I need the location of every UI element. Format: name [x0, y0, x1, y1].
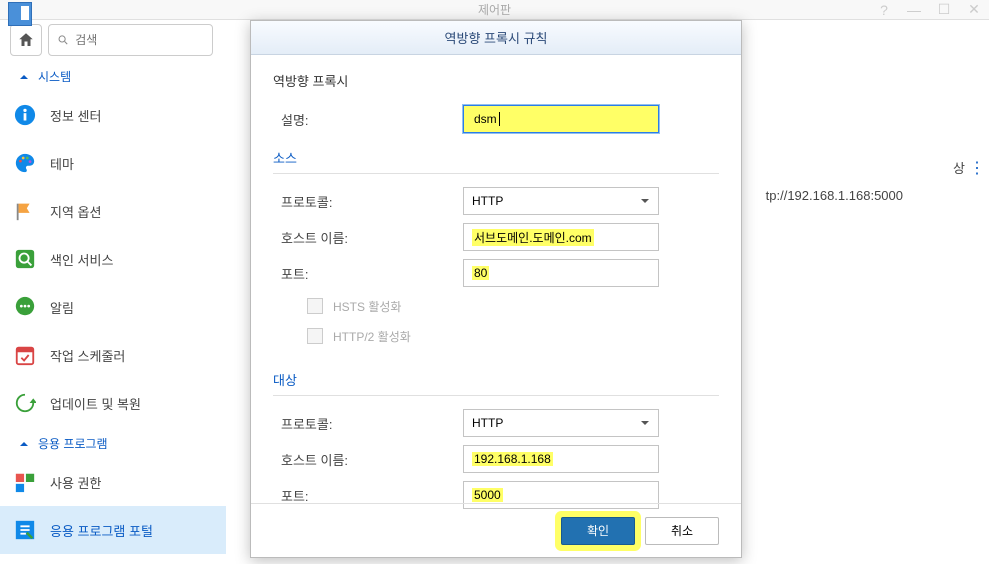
src-port-input[interactable]: 80 — [463, 259, 659, 287]
chevron-down-icon — [640, 196, 650, 206]
cancel-button[interactable]: 취소 — [645, 517, 719, 545]
modal-title: 역방향 프록시 규칙 — [251, 21, 741, 55]
hsts-label: HSTS 활성화 — [333, 298, 401, 315]
http2-checkbox[interactable] — [307, 328, 323, 344]
sidebar-item-label: 색인 서비스 — [50, 250, 113, 269]
hsts-checkbox[interactable] — [307, 298, 323, 314]
group-title: 역방향 프록시 — [273, 71, 719, 90]
refresh-icon — [14, 392, 36, 414]
dest-host-value: 192.168.1.168 — [472, 452, 553, 466]
sidebar-item-perms[interactable]: 사용 권한 — [0, 458, 226, 506]
ok-button[interactable]: 확인 — [561, 517, 635, 545]
content-row-value: tp://192.168.1.168:5000 — [766, 188, 903, 203]
chevron-down-icon — [640, 418, 650, 428]
sidebar-item-label: 테마 — [50, 154, 74, 173]
row-http2: HTTP/2 활성화 — [273, 324, 719, 348]
content-col-target: 상 — [953, 158, 965, 177]
src-port-value: 80 — [472, 266, 489, 280]
protocol-label: 프로토콜: — [273, 414, 463, 433]
sidebar-item-update[interactable]: 업데이트 및 복원 — [0, 379, 226, 427]
dest-section-title: 대상 — [273, 366, 719, 396]
port-label: 포트: — [273, 264, 463, 283]
sidebar-item-label: 응용 프로그램 포털 — [50, 521, 153, 540]
home-icon — [17, 31, 35, 49]
window-controls: ? — ☐ ✕ — [869, 0, 989, 20]
protocol-label: 프로토콜: — [273, 192, 463, 211]
dest-port-value: 5000 — [472, 488, 503, 502]
row-dest-protocol: 프로토콜: HTTP — [273, 408, 719, 438]
row-src-protocol: 프로토콜: HTTP — [273, 186, 719, 216]
desc-input[interactable]: dsm — [463, 105, 659, 133]
magnify-icon — [14, 248, 36, 270]
calendar-icon — [14, 344, 36, 366]
perms-icon — [14, 471, 36, 493]
minimize-icon[interactable]: — — [899, 0, 929, 20]
info-icon — [14, 104, 36, 126]
dest-protocol-value: HTTP — [472, 416, 503, 430]
palette-icon — [14, 152, 36, 174]
reverse-proxy-modal: 역방향 프록시 규칙 역방향 프록시 설명: dsm 소스 프로토콜: HTTP… — [250, 20, 742, 558]
sidebar-item-label: 업데이트 및 복원 — [50, 394, 141, 413]
maximize-icon[interactable]: ☐ — [929, 0, 959, 20]
src-protocol-select[interactable]: HTTP — [463, 187, 659, 215]
sidebar-item-theme[interactable]: 테마 — [0, 139, 226, 187]
host-label: 호스트 이름: — [273, 228, 463, 247]
sidebar-item-scheduler[interactable]: 작업 스케줄러 — [0, 331, 226, 379]
sidebar-item-label: 작업 스케줄러 — [50, 346, 125, 365]
search-box[interactable] — [48, 24, 213, 56]
src-host-value: 서브도메인.도메인.com — [472, 229, 594, 246]
row-hsts: HSTS 활성화 — [273, 294, 719, 318]
close-icon[interactable]: ✕ — [959, 0, 989, 20]
dest-host-input[interactable]: 192.168.1.168 — [463, 445, 659, 473]
desc-label: 설명: — [273, 110, 463, 129]
host-label: 호스트 이름: — [273, 450, 463, 469]
section-label: 시스템 — [38, 68, 71, 85]
src-protocol-value: HTTP — [472, 194, 503, 208]
sidebar-item-index[interactable]: 색인 서비스 — [0, 235, 226, 283]
chevron-up-icon — [18, 71, 30, 83]
row-src-host: 호스트 이름: 서브도메인.도메인.com — [273, 222, 719, 252]
desc-value: dsm — [472, 112, 500, 126]
sidebar-item-label: 정보 센터 — [50, 106, 101, 125]
modal-footer: 확인 취소 — [251, 503, 741, 557]
search-icon — [57, 33, 69, 47]
search-input[interactable] — [75, 33, 204, 47]
sidebar-item-info[interactable]: 정보 센터 — [0, 91, 226, 139]
window-title: 제어판 — [478, 1, 511, 18]
sidebar: 시스템 정보 센터 테마 지역 옵션 색인 서비스 알림 작업 스케줄러 업 — [0, 60, 226, 564]
http2-label: HTTP/2 활성화 — [333, 328, 411, 345]
port-label: 포트: — [273, 486, 463, 505]
sidebar-item-label: 지역 옵션 — [50, 202, 101, 221]
src-host-input[interactable]: 서브도메인.도메인.com — [463, 223, 659, 251]
row-description: 설명: dsm — [273, 104, 719, 134]
sidebar-item-label: 사용 권한 — [50, 473, 101, 492]
titlebar: 제어판 ? — ☐ ✕ — [0, 0, 989, 20]
more-menu-icon[interactable]: ⋮ — [969, 158, 983, 178]
section-label: 응용 프로그램 — [38, 435, 108, 452]
flags-icon — [14, 200, 36, 222]
sidebar-item-region[interactable]: 지역 옵션 — [0, 187, 226, 235]
source-section-title: 소스 — [273, 144, 719, 174]
chevron-up-icon — [18, 438, 30, 450]
dest-protocol-select[interactable]: HTTP — [463, 409, 659, 437]
chat-icon — [14, 296, 36, 318]
sidebar-item-portal[interactable]: 응용 프로그램 포털 — [0, 506, 226, 554]
app-icon — [8, 2, 32, 26]
modal-body: 역방향 프록시 설명: dsm 소스 프로토콜: HTTP 호스트 이름: 서브… — [251, 55, 741, 510]
section-header-apps[interactable]: 응용 프로그램 — [0, 427, 226, 458]
section-header-system[interactable]: 시스템 — [0, 60, 226, 91]
row-src-port: 포트: 80 — [273, 258, 719, 288]
sidebar-item-label: 알림 — [50, 298, 74, 317]
row-dest-host: 호스트 이름: 192.168.1.168 — [273, 444, 719, 474]
portal-icon — [14, 519, 36, 541]
home-button[interactable] — [10, 24, 42, 56]
sidebar-item-notify[interactable]: 알림 — [0, 283, 226, 331]
help-icon[interactable]: ? — [869, 0, 899, 20]
